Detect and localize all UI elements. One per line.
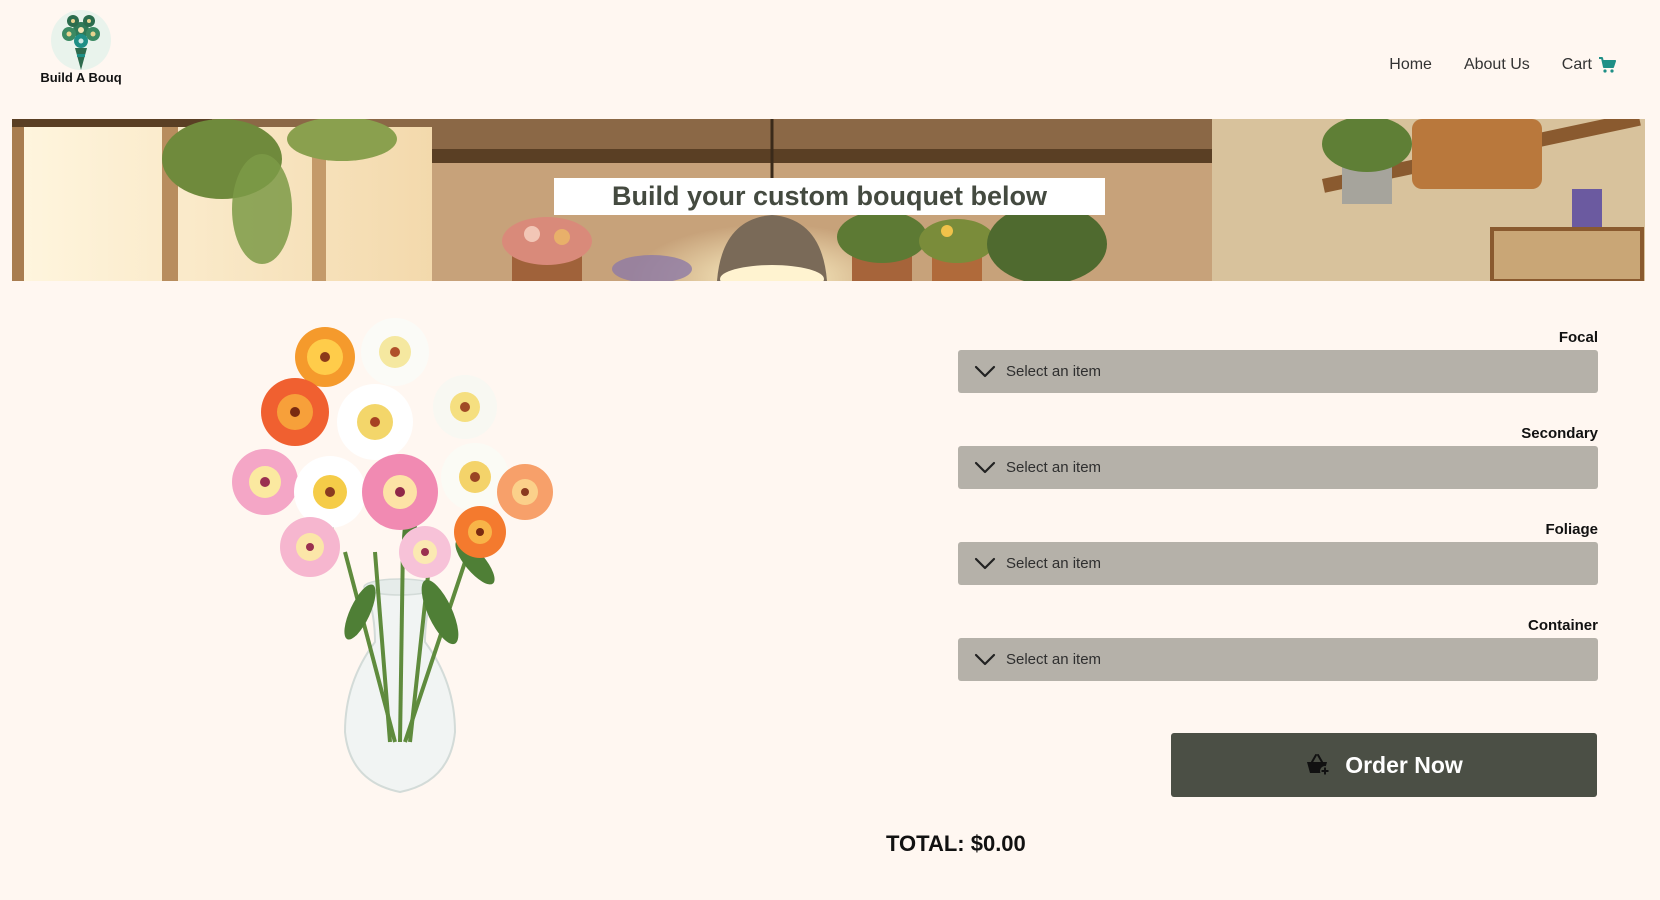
cart-icon [1599,57,1616,73]
field-secondary: Secondary Select an item [958,424,1598,489]
chevron-down-icon [974,557,996,569]
focal-label: Focal [1558,329,1598,346]
basket-plus-icon [1307,754,1331,776]
page-title: Build your custom bouquet below [612,181,1047,211]
foliage-select[interactable]: Select an item [958,542,1598,585]
nav-cart-label: Cart [1561,56,1592,73]
bouquet-preview-image [232,318,553,794]
foliage-select-value: Select an item [1006,555,1102,572]
chevron-down-icon [974,653,996,665]
chevron-down-icon [974,461,996,473]
secondary-select-value: Select an item [1006,459,1102,476]
order-now-label: Order Now [1345,751,1463,778]
banner-title-box: Build your custom bouquet below [554,178,1105,215]
focal-select[interactable]: Select an item [958,350,1598,393]
field-focal: Focal Select an item [958,328,1598,393]
bouquet-logo-icon [51,10,111,70]
foliage-label: Foliage [1545,521,1598,538]
secondary-select[interactable]: Select an item [958,446,1598,489]
brand-name: Build A Bouq [40,70,122,85]
field-container: Container Select an item [958,616,1598,681]
order-total: TOTAL: $0.00 [886,831,1026,856]
hero-banner: Build your custom bouquet below [12,119,1645,281]
container-select[interactable]: Select an item [958,638,1598,681]
nav-home-label: Home [1389,56,1432,73]
chevron-down-icon [974,365,996,377]
main-nav: Home About Us Cart [1389,56,1616,74]
nav-about-link[interactable]: About Us [1464,56,1530,74]
nav-cart-link[interactable]: Cart [1562,56,1616,74]
container-label: Container [1527,617,1598,634]
nav-home-link[interactable]: Home [1389,56,1432,74]
brand-logo[interactable]: Build A Bouq [38,8,124,85]
nav-about-label: About Us [1463,56,1530,73]
secondary-label: Secondary [1521,425,1598,442]
container-select-value: Select an item [1006,651,1102,668]
bouquet-builder-form: Focal Select an item Secondary Select an… [958,328,1598,712]
field-foliage: Foliage Select an item [958,520,1598,585]
order-now-button[interactable]: Order Now [1171,733,1597,797]
focal-select-value: Select an item [1006,363,1102,380]
site-header: Build A Bouq Home About Us Cart [0,0,1660,119]
